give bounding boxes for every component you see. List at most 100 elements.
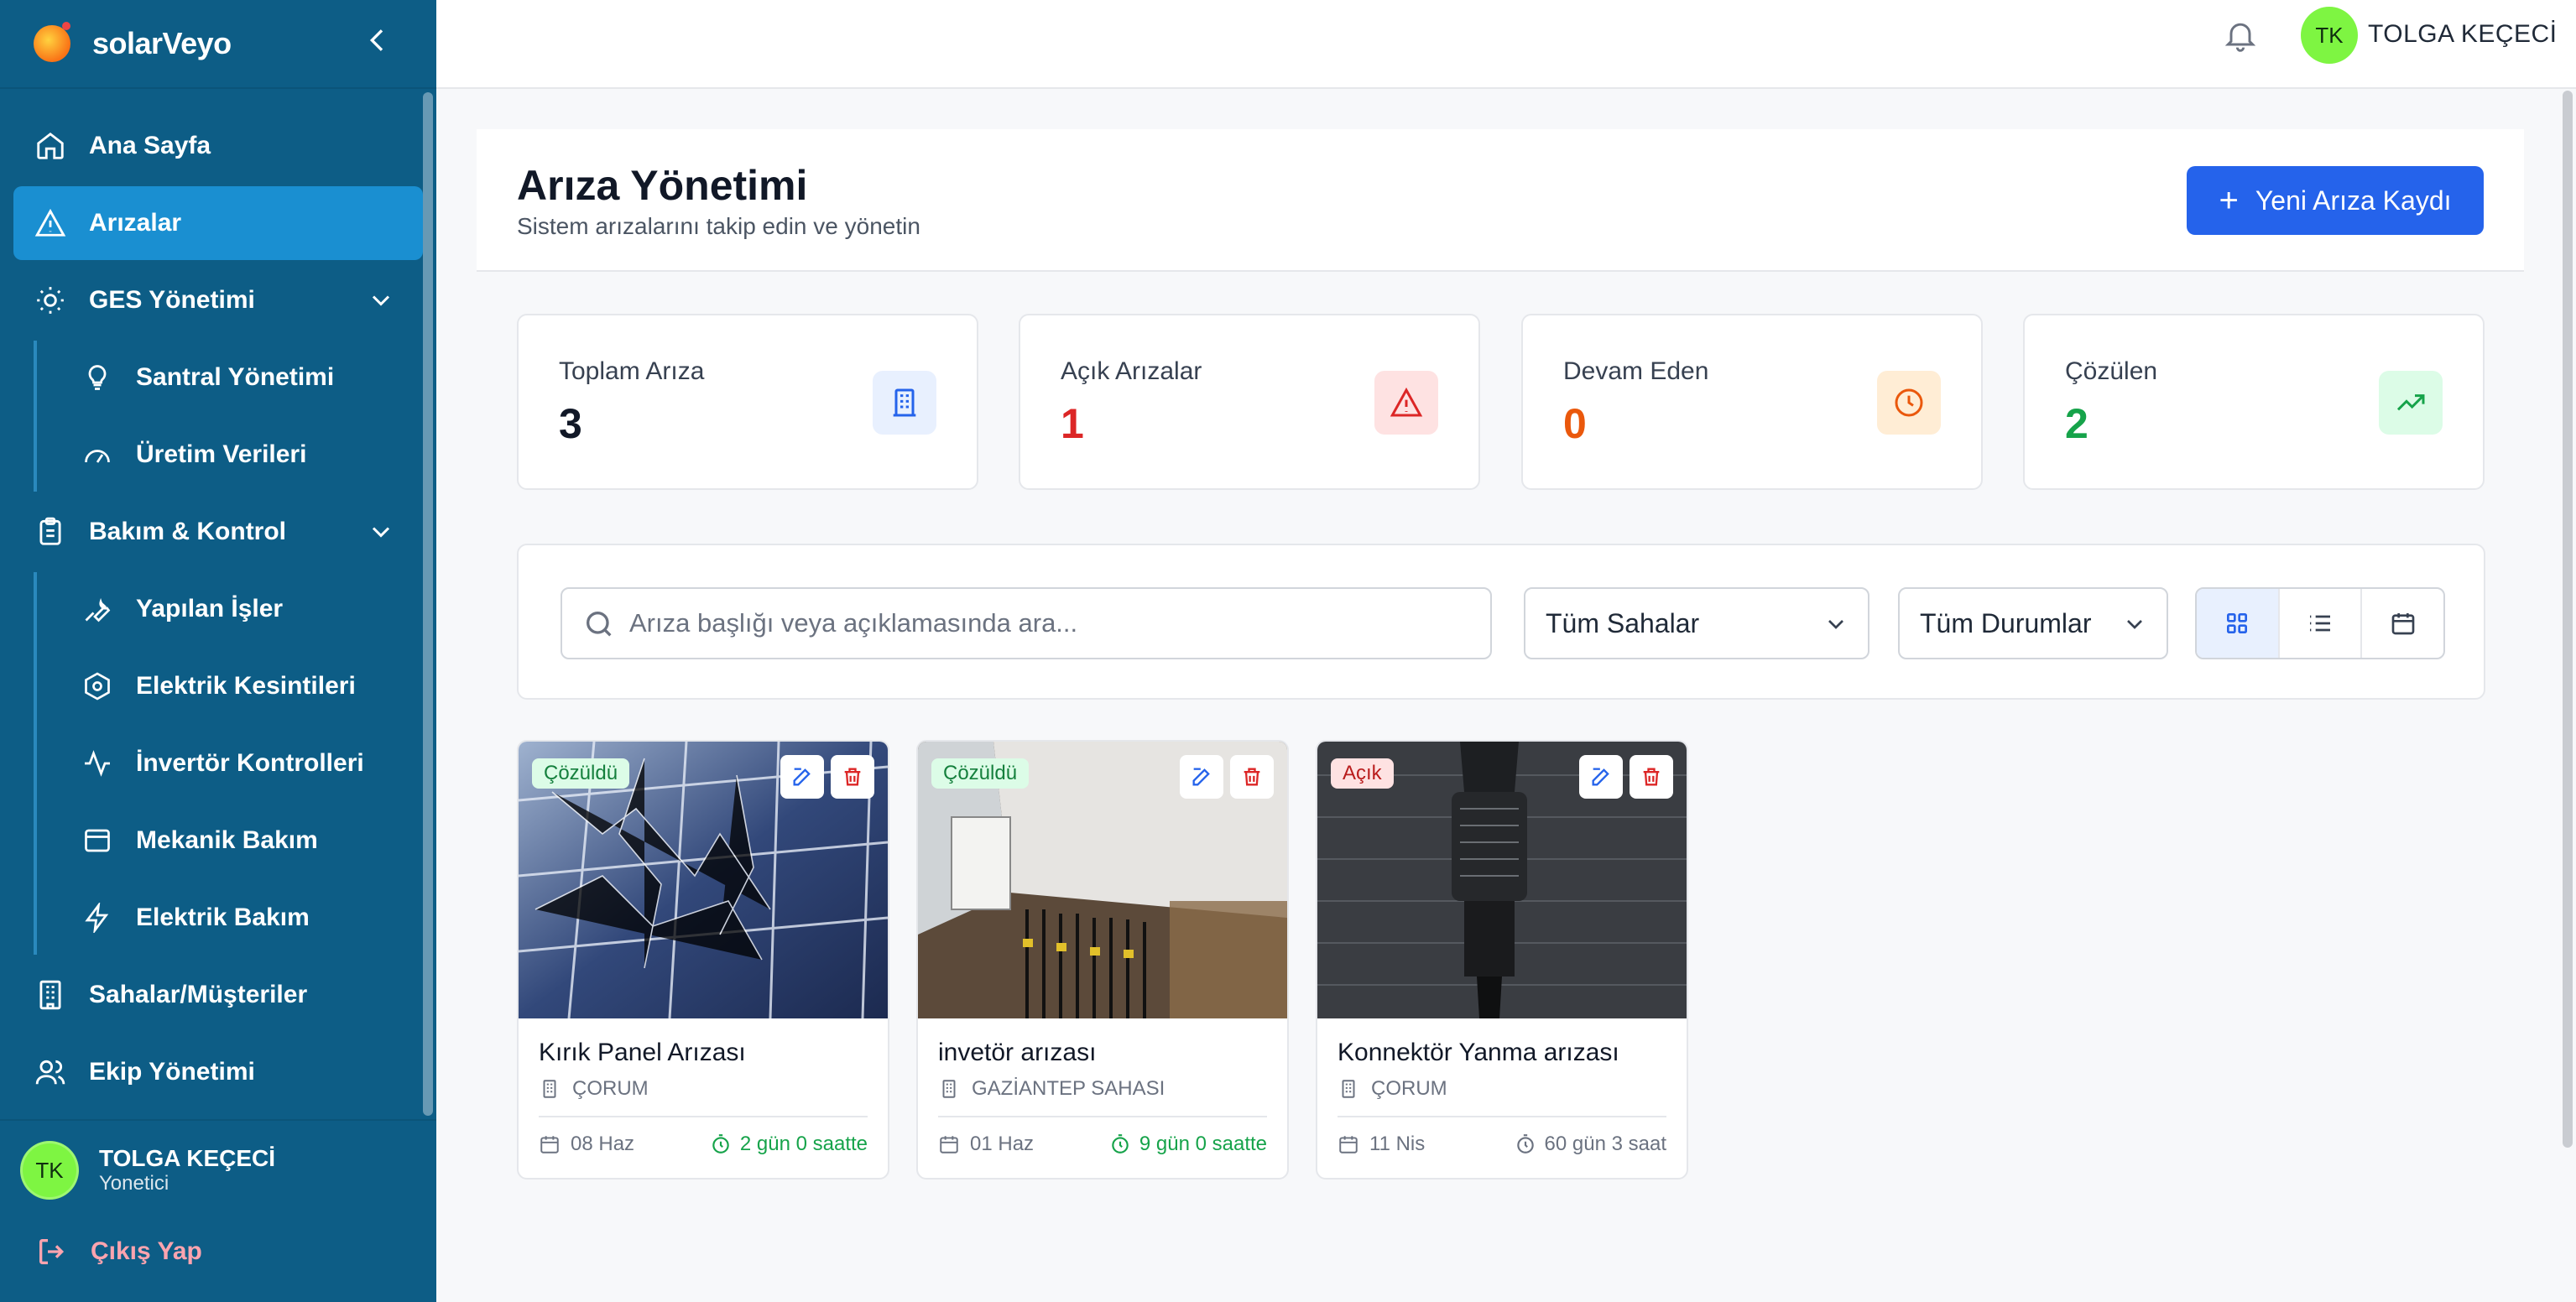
stat-label: Çözülen xyxy=(2065,357,2158,385)
site-select[interactable]: Tüm Sahalar xyxy=(1524,587,1869,659)
sidebar-item-label: Arızalar xyxy=(89,209,182,237)
divider xyxy=(1338,1116,1666,1117)
clipboard-icon xyxy=(34,515,67,549)
trending-up-icon xyxy=(2379,371,2443,435)
building-icon xyxy=(34,978,67,1012)
list-view-button[interactable] xyxy=(2280,589,2363,658)
stat-value: 3 xyxy=(559,400,582,447)
grid-view-button[interactable] xyxy=(2197,589,2280,658)
list-icon xyxy=(2310,615,2330,632)
hexagon-icon xyxy=(81,669,114,703)
fault-card[interactable]: Çözüldü invetör arızası GAZİANTEP SAHASI… xyxy=(916,740,1289,1180)
wrench-icon xyxy=(81,592,114,626)
chevron-left-icon[interactable] xyxy=(361,23,394,57)
sidebar-item-label: Mekanik Bakım xyxy=(136,826,318,854)
sidebar-item-bakim-kontrol[interactable]: Bakım & Kontrol xyxy=(13,495,423,569)
sidebar-item-yapilan-isler[interactable]: Yapılan İşler xyxy=(37,572,423,646)
card-duration: 2 gün 0 saatte xyxy=(739,1133,868,1155)
calendar-icon xyxy=(1339,1136,1358,1154)
fault-card[interactable]: Açık Konnektör Yanma arızası ÇORUM 11 Ni… xyxy=(1316,740,1688,1180)
edit-button[interactable] xyxy=(780,755,824,799)
search-input[interactable] xyxy=(629,589,1477,658)
bolt-icon xyxy=(81,901,114,935)
sun-icon xyxy=(34,284,67,317)
sidebar-item-label: Elektrik Bakım xyxy=(136,904,310,931)
sidebar-item-mekanik-bakim[interactable]: Mekanik Bakım xyxy=(37,804,423,878)
timer-icon xyxy=(712,1134,729,1154)
user-name: TOLGA KEÇECİ xyxy=(99,1145,276,1171)
avatar[interactable]: TK xyxy=(2301,7,2358,64)
status-select[interactable]: Tüm Durumlar xyxy=(1898,587,2168,659)
plus-icon: + xyxy=(2219,182,2239,219)
sidebar-user-panel: TK TOLGA KEÇECİ Yonetici Çıkış Yap xyxy=(0,1119,436,1302)
brand-name: solarVeyo xyxy=(92,26,232,60)
calendar-icon xyxy=(2391,613,2415,635)
edit-button[interactable] xyxy=(1180,755,1223,799)
user-menu-name[interactable]: TOLGA KEÇECİ xyxy=(2368,20,2558,49)
sidebar-item-uretim-verileri[interactable]: Üretim Verileri xyxy=(37,418,423,492)
sidebar-item-arizalar[interactable]: Arızalar xyxy=(13,186,423,260)
delete-button[interactable] xyxy=(831,755,874,799)
trash-icon xyxy=(1643,768,1660,786)
bell-icon[interactable] xyxy=(2222,15,2259,55)
sidebar-item-ana-sayfa[interactable]: Ana Sayfa xyxy=(13,109,423,183)
sidebar-item-label: Bakım & Kontrol xyxy=(89,518,287,545)
activity-icon xyxy=(81,747,114,780)
lightbulb-icon xyxy=(81,361,114,394)
page-scrollbar[interactable] xyxy=(2563,91,2573,1148)
site-select-value: Tüm Sahalar xyxy=(1546,607,1700,638)
edit-button[interactable] xyxy=(1579,755,1623,799)
sidebar: solarVeyo Ana Sayfa Arızalar GES Yönetim… xyxy=(0,0,436,1302)
sidebar-item-ges-yonetimi[interactable]: GES Yönetimi xyxy=(13,263,423,337)
sidebar-item-elektrik-bakim[interactable]: Elektrik Bakım xyxy=(37,881,423,955)
sidebar-item-ekip-yonetimi[interactable]: Ekip Yönetimi xyxy=(13,1035,423,1109)
sidebar-item-label: Yapılan İşler xyxy=(136,595,284,622)
card-date: 11 Nis xyxy=(1369,1133,1426,1155)
stat-card-in-progress: Devam Eden 0 xyxy=(1521,314,1983,490)
grid-icon xyxy=(2227,613,2248,633)
ges-submenu: Santral Yönetimi Üretim Verileri xyxy=(34,341,436,492)
stat-value: 1 xyxy=(1061,400,1084,447)
fault-card[interactable]: Çözüldü Kırık Panel Arızası ÇORUM 08 Haz… xyxy=(517,740,889,1180)
sidebar-item-label: Üretim Verileri xyxy=(136,440,307,468)
sidebar-item-invertor-kontrolleri[interactable]: İnvertör Kontrolleri xyxy=(37,727,423,800)
logout-label: Çıkış Yap xyxy=(91,1237,202,1265)
card-title: invetör arızası xyxy=(938,1039,1097,1066)
stat-value: 2 xyxy=(2065,400,2088,447)
divider xyxy=(938,1116,1267,1117)
stat-label: Toplam Arıza xyxy=(559,357,705,385)
card-site: GAZİANTEP SAHASI xyxy=(972,1077,1165,1100)
status-badge: Açık xyxy=(1331,758,1394,789)
new-fault-button[interactable]: + Yeni Arıza Kaydı xyxy=(2187,166,2484,235)
card-site: ÇORUM xyxy=(1371,1077,1447,1100)
delete-button[interactable] xyxy=(1630,755,1673,799)
sidebar-item-sahalar-musteriler[interactable]: Sahalar/Müşteriler xyxy=(13,958,423,1032)
building-icon xyxy=(1342,1080,1355,1098)
trash-icon xyxy=(844,768,861,786)
status-badge: Çözüldü xyxy=(532,758,630,789)
calendar-view-button[interactable] xyxy=(2362,589,2443,658)
logout-button[interactable]: Çıkış Yap xyxy=(0,1235,436,1268)
sidebar-item-elektrik-kesintileri[interactable]: Elektrik Kesintileri xyxy=(37,649,423,723)
sidebar-item-label: Sahalar/Müşteriler xyxy=(89,981,308,1008)
stat-label: Devam Eden xyxy=(1563,357,1709,385)
search-box xyxy=(561,587,1492,659)
building-icon xyxy=(942,1080,956,1098)
sidebar-header: solarVeyo xyxy=(0,0,436,89)
divider xyxy=(539,1116,868,1117)
sidebar-item-label: Ana Sayfa xyxy=(89,132,211,159)
chevron-down-icon xyxy=(1828,620,1843,629)
new-fault-label: Yeni Arıza Kaydı xyxy=(2255,185,2452,216)
sidebar-scrollbar[interactable] xyxy=(423,92,433,1116)
timer-icon xyxy=(1516,1134,1534,1154)
bakim-submenu: Yapılan İşler Elektrik Kesintileri İnver… xyxy=(34,572,436,955)
delete-button[interactable] xyxy=(1230,755,1274,799)
status-badge: Çözüldü xyxy=(931,758,1030,789)
card-date: 01 Haz xyxy=(970,1133,1035,1155)
edit-icon xyxy=(793,768,811,786)
building-icon xyxy=(873,371,936,435)
sidebar-item-santral-yonetimi[interactable]: Santral Yönetimi xyxy=(37,341,423,414)
user-role: Yonetici xyxy=(99,1172,169,1195)
stat-card-resolved: Çözülen 2 xyxy=(2023,314,2485,490)
card-date: 08 Haz xyxy=(571,1133,635,1155)
